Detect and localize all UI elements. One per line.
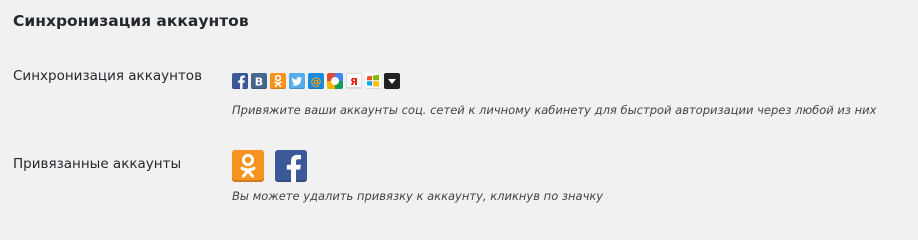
odnoklassniki-icon[interactable] [270,73,286,89]
twitter-icon[interactable] [289,73,305,89]
linked-accounts-label: Привязанные аккаунты [13,156,182,172]
mailru-icon[interactable]: @ [308,73,324,89]
facebook-icon[interactable] [232,73,248,89]
svg-text:B: B [255,76,263,89]
linked-facebook-icon[interactable] [275,150,307,182]
linked-odnoklassniki-icon[interactable] [232,150,264,182]
windows-live-icon[interactable] [365,73,381,89]
linked-description: Вы можете удалить привязку к аккаунту, к… [232,189,604,203]
linked-accounts-list [232,150,307,182]
sync-accounts-label: Синхронизация аккаунтов [13,68,203,84]
social-login-icons: B @ Я [232,72,400,90]
section-title: Синхронизация аккаунтов [13,12,249,30]
more-dropdown-icon[interactable] [384,73,400,89]
svg-text:@: @ [311,75,322,88]
yandex-icon[interactable]: Я [346,73,362,89]
sync-description: Привяжите ваши аккаунты соц. сетей к лич… [232,103,877,117]
svg-text:Я: Я [350,77,358,88]
vkontakte-icon[interactable]: B [251,73,267,89]
google-icon[interactable] [327,73,343,89]
